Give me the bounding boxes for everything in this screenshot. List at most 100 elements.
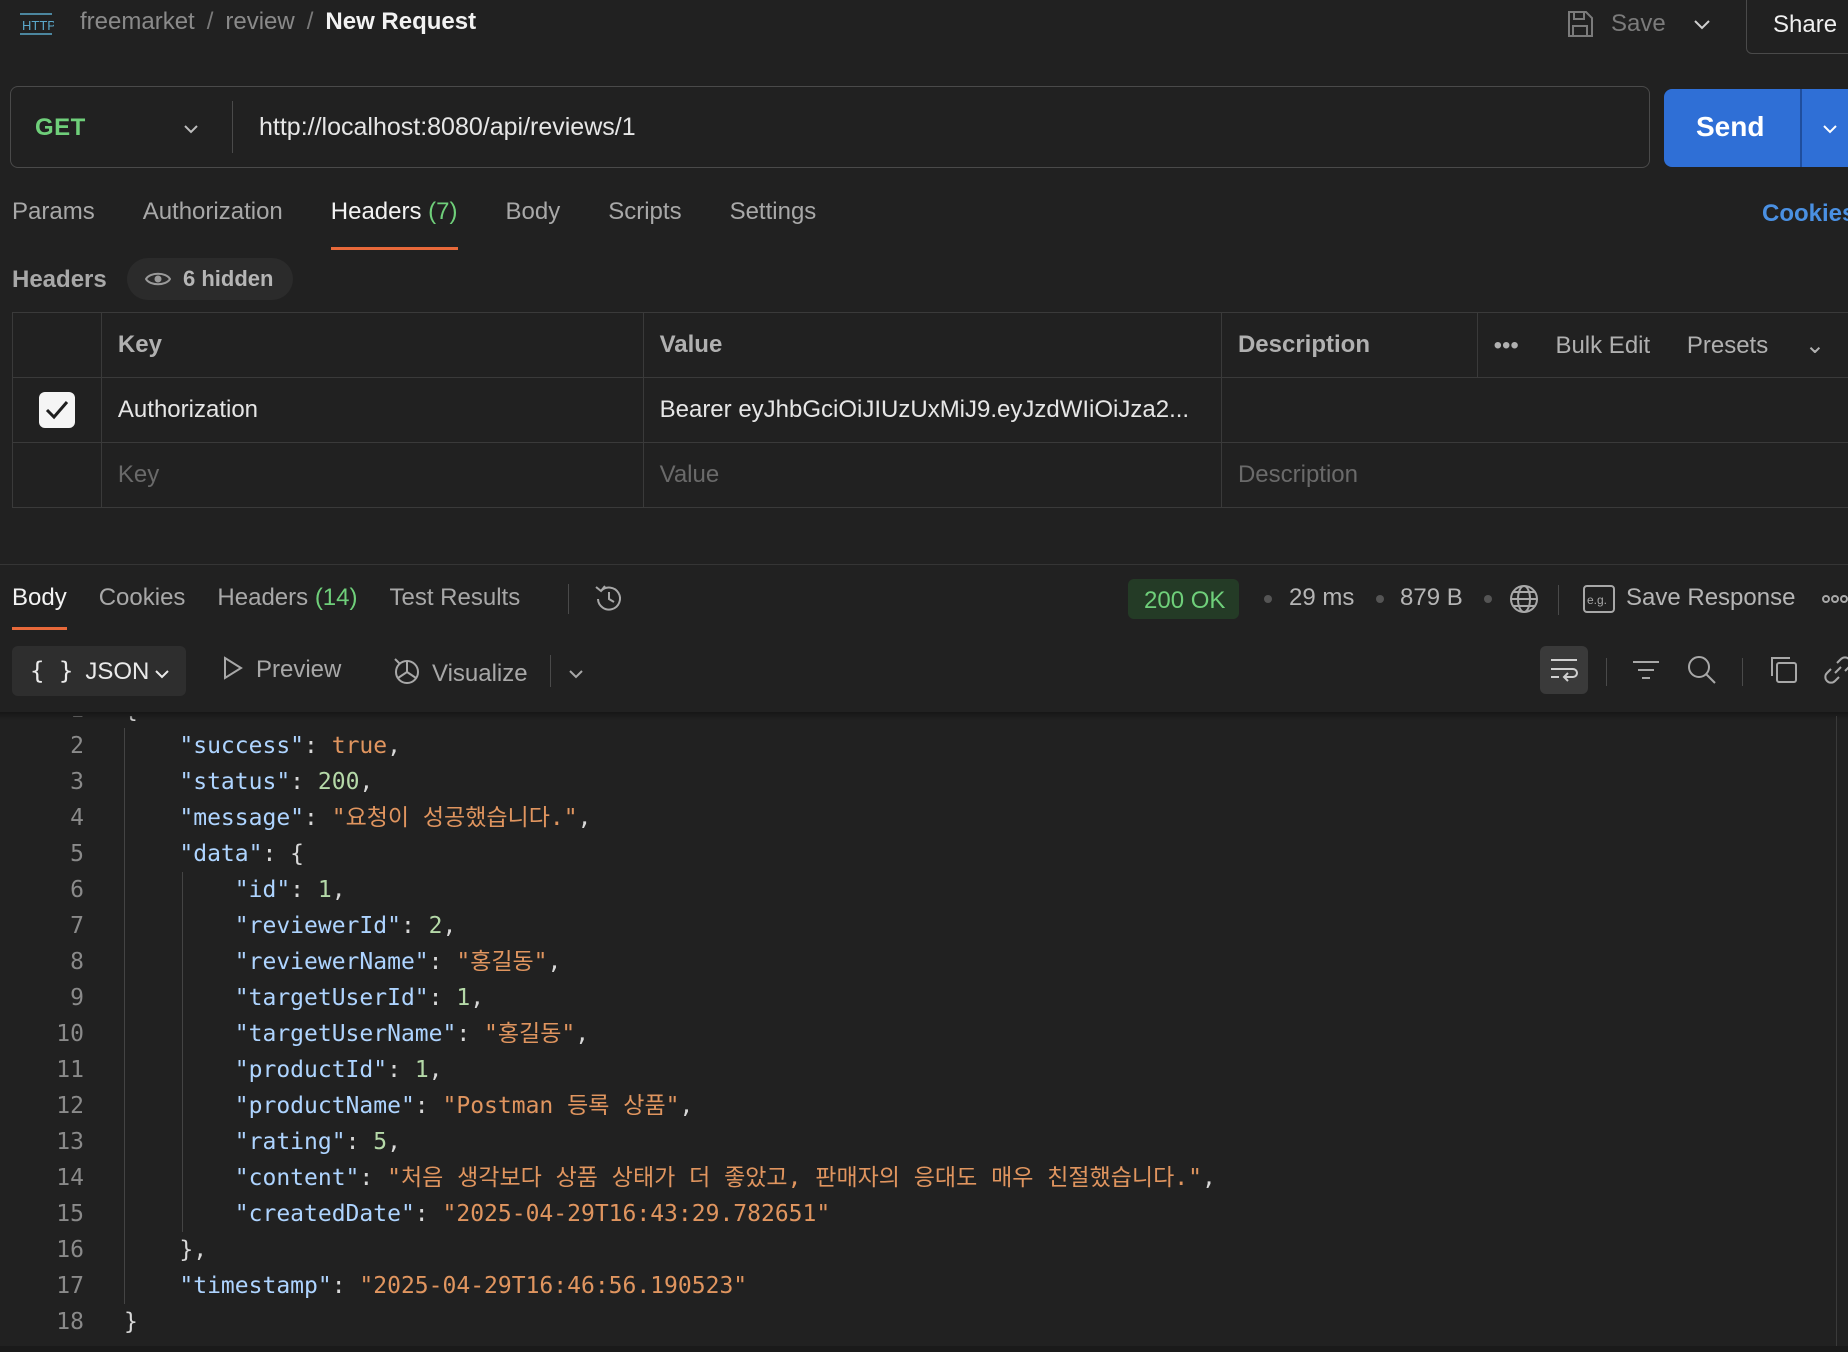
chevron-down-icon — [1823, 125, 1837, 134]
tab-label: Settings — [729, 198, 817, 225]
chevron-down-icon[interactable] — [181, 119, 201, 139]
cookies-link[interactable]: Cookies — [1762, 200, 1848, 228]
description-input[interactable]: Description — [1220, 442, 1848, 508]
more-options-icon[interactable]: ••• — [1494, 332, 1519, 359]
row-checkbox[interactable] — [38, 392, 75, 428]
example-icon: e.g. — [1583, 585, 1615, 613]
hidden-headers-toggle[interactable]: 6 hidden — [127, 258, 294, 300]
breadcrumb: freemarket / review / New Request — [80, 8, 476, 36]
line-number: 17 — [56, 1273, 84, 1299]
column-header-description: Description — [1220, 312, 1478, 378]
code-line: 16 }, — [0, 1232, 1848, 1268]
status-bar — [0, 1346, 1848, 1352]
format-select[interactable]: { } JSON — [12, 646, 186, 696]
tab-headers[interactable]: Headers (7) — [330, 198, 458, 250]
tab-response-cookies[interactable]: Cookies — [99, 584, 186, 630]
code-line: 8 "reviewerName": "홍길동", — [0, 944, 1848, 980]
response-body-viewer[interactable]: 1{2 "success": true,3 "status": 200,4 "m… — [0, 716, 1848, 1352]
send-button[interactable]: Send — [1664, 89, 1800, 167]
preview-button[interactable]: Preview — [222, 656, 341, 684]
more-options-icon[interactable] — [1822, 592, 1848, 606]
header-value-cell[interactable]: Bearer eyJhbGciOiJIUzUxMiJ9.eyJzdWIiOiJz… — [642, 377, 1222, 443]
bulk-edit-button[interactable]: Bulk Edit — [1555, 332, 1650, 359]
presets-label: Presets — [1686, 331, 1769, 359]
code-line: 15 "createdDate": "2025-04-29T16:43:29.7… — [0, 1196, 1848, 1232]
tab-response-headers[interactable]: Headers (14) — [217, 584, 357, 630]
tab-count: (7) — [428, 198, 458, 225]
code-text: "productId": 1, — [234, 1057, 443, 1083]
filter-icon[interactable] — [1630, 654, 1662, 686]
save-icon — [1568, 11, 1593, 37]
http-logo-icon: HTTP — [20, 13, 54, 35]
line-number: 2 — [70, 733, 84, 759]
chevron-down-icon[interactable] — [566, 664, 586, 684]
save-button[interactable]: Save — [1565, 6, 1666, 42]
globe-icon[interactable] — [1508, 583, 1540, 615]
visualize-button[interactable]: Visualize — [392, 656, 528, 688]
response-size[interactable]: 879 B — [1400, 584, 1463, 612]
presets-dropdown[interactable]: Presets ⌄ — [1687, 332, 1825, 359]
code-text: "message": "요청이 성공했습니다.", — [179, 805, 592, 831]
tab-label: Body — [12, 584, 67, 611]
send-options-button[interactable] — [1800, 89, 1848, 167]
breadcrumb-separator: / — [206, 8, 214, 35]
divider — [568, 584, 569, 614]
save-response-button[interactable]: Save Response — [1626, 584, 1795, 612]
empty-checkbox-cell — [12, 442, 102, 508]
tab-scripts[interactable]: Scripts — [608, 198, 681, 248]
key-input[interactable]: Key — [100, 442, 644, 508]
scrollbar[interactable] — [1836, 716, 1837, 1352]
breadcrumb-collection[interactable]: review — [225, 8, 294, 35]
visualize-icon — [394, 658, 419, 684]
hidden-count: 6 hidden — [183, 266, 274, 291]
breadcrumb-workspace[interactable]: freemarket — [80, 8, 195, 35]
line-number: 8 — [70, 949, 84, 975]
line-number: 18 — [56, 1309, 84, 1335]
header-key-cell[interactable]: Authorization — [100, 377, 644, 443]
url-input[interactable]: http://localhost:8080/api/reviews/1 — [259, 113, 636, 142]
share-button[interactable]: Share — [1746, 0, 1848, 54]
tab-authorization[interactable]: Authorization — [143, 198, 283, 248]
line-number: 10 — [56, 1021, 84, 1047]
status-badge[interactable]: 200 OK — [1128, 579, 1240, 619]
code-line: 14 "content": "처음 생각보다 상품 상태가 더 좋았고, 판매자… — [0, 1160, 1848, 1196]
line-number: 13 — [56, 1129, 84, 1155]
value-input[interactable]: Value — [642, 442, 1222, 508]
code-line: 10 "targetUserName": "홍길동", — [0, 1016, 1848, 1052]
line-number: 4 — [70, 805, 84, 831]
share-label: Share — [1773, 11, 1838, 38]
header-description-cell[interactable] — [1220, 377, 1848, 443]
tab-params[interactable]: Params — [12, 198, 95, 248]
tab-settings[interactable]: Settings — [730, 198, 817, 248]
line-number: 9 — [70, 985, 84, 1011]
save-label: Save — [1611, 10, 1666, 37]
wrap-icon — [1551, 659, 1578, 682]
code-line: 18} — [0, 1304, 1848, 1340]
table-row-empty: Key Value Description — [12, 442, 1848, 508]
code-text: }, — [124, 1237, 208, 1263]
checkbox-column — [12, 312, 102, 378]
wrap-lines-button[interactable] — [1540, 646, 1588, 694]
method-select[interactable]: GET — [35, 114, 86, 142]
history-icon[interactable] — [592, 582, 626, 616]
link-icon[interactable] — [1822, 654, 1848, 686]
line-number: 7 — [70, 913, 84, 939]
chevron-down-icon[interactable] — [1690, 12, 1714, 36]
response-time[interactable]: 29 ms — [1289, 584, 1354, 612]
eye-icon — [145, 272, 171, 286]
line-number: 5 — [70, 841, 84, 867]
request-name[interactable]: New Request — [325, 8, 476, 35]
divider — [0, 564, 1848, 565]
line-number: 16 — [56, 1237, 84, 1263]
divider — [1558, 585, 1559, 615]
code-line: 9 "targetUserId": 1, — [0, 980, 1848, 1016]
tab-response-body[interactable]: Body — [12, 584, 67, 630]
tab-body[interactable]: Body — [506, 198, 561, 248]
tab-label: Body — [505, 198, 561, 225]
table-row: Authorization Bearer eyJhbGciOiJIUzUxMiJ… — [12, 377, 1848, 443]
tab-test-results[interactable]: Test Results — [390, 584, 521, 630]
indent-guide — [124, 728, 125, 1304]
copy-icon[interactable] — [1768, 654, 1800, 686]
line-number: 6 — [70, 877, 84, 903]
search-icon[interactable] — [1686, 654, 1718, 686]
